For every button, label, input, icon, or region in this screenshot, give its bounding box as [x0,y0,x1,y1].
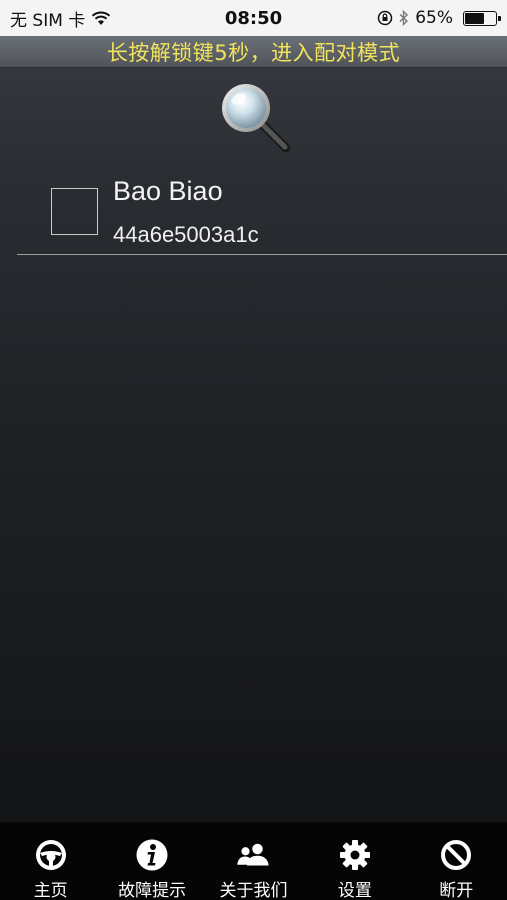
device-pairing-screen: 无 SIM 卡 08:50 65% 长按解锁键5秒，进入配对模式 Bao Bia… [0,0,507,900]
banner-text: 长按解锁键5秒，进入配对模式 [106,40,401,65]
status-bar: 无 SIM 卡 08:50 65% [0,0,507,36]
bluetooth-icon [399,10,409,26]
info-icon [136,839,168,871]
device-name: Bao Biao [113,176,223,206]
tab-disconnect-label: 断开 [439,881,474,900]
tab-bar: 主页 故障提示 关于我们 设置 断开 [0,822,507,900]
carrier-label: 无 SIM 卡 [10,10,86,31]
device-list-item[interactable]: Bao Biao 44a6e5003a1c [0,170,507,256]
tab-disconnect[interactable]: 断开 [406,822,507,900]
rotation-lock-icon [377,10,393,26]
device-id: 44a6e5003a1c [113,222,259,247]
steering-wheel-icon [35,840,66,870]
tab-settings-label: 设置 [337,881,372,900]
status-right: 65% [377,8,501,28]
tab-about-us-label: 关于我们 [219,881,288,900]
pairing-instruction-banner: 长按解锁键5秒，进入配对模式 [0,36,507,68]
status-left: 无 SIM 卡 [10,6,111,31]
tab-fault-alerts-label: 故障提示 [118,881,187,900]
tab-home[interactable]: 主页 [0,822,101,900]
disconnect-icon [441,840,472,870]
tab-home-label: 主页 [33,881,68,900]
battery-level [465,12,484,24]
tab-about-us[interactable]: 关于我们 [203,822,304,900]
wifi-icon [92,11,111,25]
battery-icon [463,10,501,26]
device-checkbox[interactable] [51,188,98,235]
gear-icon [339,840,370,870]
list-divider [17,254,507,255]
tab-settings[interactable]: 设置 [304,822,405,900]
tab-fault-alerts[interactable]: 故障提示 [102,822,203,900]
magnifier-icon[interactable] [218,80,292,154]
users-icon [237,843,270,866]
battery-percent: 65% [415,8,453,28]
